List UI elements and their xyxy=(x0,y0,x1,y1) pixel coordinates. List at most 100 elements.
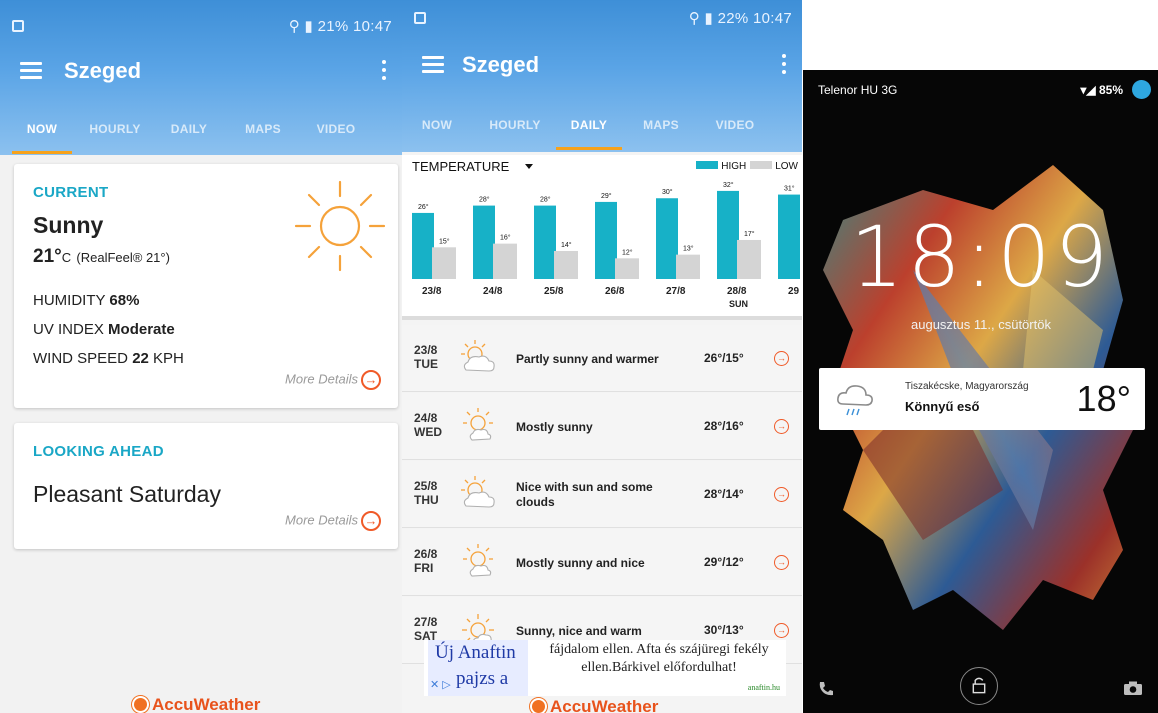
humidity-row: HUMIDITY 68% xyxy=(33,292,139,309)
ad-choices-icon[interactable]: ✕ ▷ xyxy=(430,678,451,691)
tab-hourly[interactable]: HOURLY xyxy=(82,118,148,154)
current-more-details[interactable]: More Details → xyxy=(285,370,381,390)
ad-url[interactable]: anaftin.hu xyxy=(748,683,780,692)
day-of-week: FRI xyxy=(414,561,434,575)
ad-copy: fájdalom ellen. Afta és szájüregi fekély… xyxy=(549,642,769,675)
overflow-menu-icon[interactable] xyxy=(382,60,386,80)
widget-location: Tiszakécske, Magyarország xyxy=(905,381,1029,392)
phone-icon[interactable] xyxy=(817,680,835,698)
city-title[interactable]: Szeged xyxy=(462,52,539,78)
current-label: CURRENT xyxy=(33,184,109,201)
temp-value: 21° xyxy=(33,246,62,267)
brand-logo: AccuWeather xyxy=(532,697,658,713)
bar-high-label: 30° xyxy=(662,188,673,196)
header: ⚲ ▮ 21% 10:47 Szeged NOW HOURLY DAILY MA… xyxy=(0,0,402,155)
battery-percent: 85% xyxy=(1098,83,1123,97)
day-summary: Mostly sunny xyxy=(516,420,593,434)
bar-low-label: 17° xyxy=(744,230,755,238)
ad-brand-line1: Új Anaftin xyxy=(435,642,516,663)
notification-icon xyxy=(414,12,426,24)
category-tick-label: 26/8 xyxy=(605,286,625,297)
bar-high xyxy=(473,205,495,279)
overflow-menu-icon[interactable] xyxy=(782,54,786,74)
bar-low-label: 16° xyxy=(500,234,511,242)
ahead-label: LOOKING AHEAD xyxy=(33,443,164,460)
day-date-value: 26/8 xyxy=(414,547,438,561)
lock-date: augusztus 11., csütörtök xyxy=(911,317,1051,332)
menu-icon[interactable] xyxy=(20,62,42,79)
partly-sunny-icon xyxy=(461,340,495,372)
padlock-icon xyxy=(972,677,986,694)
bar-high-label: 32° xyxy=(723,181,734,189)
partly-sunny-icon xyxy=(461,476,495,508)
tab-video[interactable]: VIDEO xyxy=(306,118,366,154)
tab-bar: NOW HOURLY DAILY MAPS VIDEO xyxy=(0,118,402,154)
tab-now[interactable]: NOW xyxy=(12,118,72,154)
tab-hourly[interactable]: HOURLY xyxy=(482,114,548,150)
category-sublabel: SUN xyxy=(729,299,748,309)
bar-low-label: 12° xyxy=(622,248,633,256)
status-text: ⚲ ▮ 22% 10:47 xyxy=(689,9,792,27)
bar-high-label: 29° xyxy=(601,192,612,200)
menu-icon[interactable] xyxy=(422,56,444,73)
bar-high-label: 28° xyxy=(479,196,490,204)
category-tick-label: 27/8 xyxy=(666,286,686,297)
category-tick-label: 24/8 xyxy=(483,286,503,297)
brand-logo: AccuWeather xyxy=(134,695,260,713)
bar-high xyxy=(412,212,434,279)
phone-daily-screen: ⚲ ▮ 22% 10:47 Szeged NOW HOURLY DAILY MA… xyxy=(402,0,802,713)
wind-unit: KPH xyxy=(153,350,184,367)
day-of-week: WED xyxy=(414,425,442,439)
signal-icon: ▮ xyxy=(704,10,714,27)
tab-maps[interactable]: MAPS xyxy=(236,118,290,154)
widget-temperature: 18° xyxy=(1076,378,1131,419)
day-date-value: 23/8 xyxy=(414,343,438,357)
day-hi-lo: 28°/16° xyxy=(704,419,744,433)
bar-low xyxy=(493,243,517,279)
looking-ahead-card[interactable]: LOOKING AHEAD Pleasant Saturday More Det… xyxy=(14,423,398,549)
city-title[interactable]: Szeged xyxy=(64,58,141,84)
advertisement-banner[interactable]: Új Anaftin ✕ ▷ pajzs a fájdalom ellen. A… xyxy=(424,640,786,696)
forecast-day-row[interactable]: 23/8 TUE Partly sunny and warmer 26°/15° → xyxy=(402,325,802,392)
ad-brand-line2: pajzs a xyxy=(456,668,509,689)
arrow-right-icon[interactable]: → xyxy=(774,623,789,638)
day-date-value: 24/8 xyxy=(414,411,438,425)
day-of-week: TUE xyxy=(414,357,438,371)
arrow-right-icon[interactable]: → xyxy=(774,555,789,570)
metric-dropdown[interactable]: TEMPERATURE xyxy=(412,159,534,174)
arrow-right-icon[interactable]: → xyxy=(774,351,789,366)
weather-widget[interactable]: Tiszakécske, Magyarország Könnyű eső 18° xyxy=(819,368,1145,430)
ahead-summary: Pleasant Saturday xyxy=(33,481,221,507)
battery-time: 22% 10:47 xyxy=(717,10,792,27)
signal-icon: ▮ xyxy=(304,18,314,35)
ahead-more-details[interactable]: More Details → xyxy=(285,511,381,531)
wind-label: WIND SPEED xyxy=(33,350,129,367)
bar-high-label: 28° xyxy=(540,196,551,204)
tab-daily[interactable]: DAILY xyxy=(556,114,622,150)
tab-daily[interactable]: DAILY xyxy=(164,118,214,154)
user-avatar-icon[interactable] xyxy=(1132,80,1151,99)
brand-text: AccuWeather xyxy=(152,695,261,713)
arrow-right-icon[interactable]: → xyxy=(774,487,789,502)
forecast-day-row[interactable]: 24/8 WED Mostly sunny 28°/16° → xyxy=(402,393,802,460)
tab-video[interactable]: VIDEO xyxy=(706,114,764,150)
day-date: 25/8 THU xyxy=(414,479,439,507)
camera-icon[interactable] xyxy=(1123,680,1143,696)
current-conditions-card[interactable]: CURRENT Sunny 21°C (RealFeel® 21°) HUMID… xyxy=(14,164,398,408)
arrow-right-icon[interactable]: → xyxy=(774,419,789,434)
current-condition: Sunny xyxy=(33,212,104,238)
bar-low xyxy=(432,247,456,279)
lock-status-bar: Telenor HU 3G ▾◢ 85% xyxy=(803,78,1158,102)
tab-now[interactable]: NOW xyxy=(412,114,462,150)
day-summary: Partly sunny and warmer xyxy=(516,352,659,366)
forecast-day-row[interactable]: 26/8 FRI Mostly sunny and nice 29°/12° → xyxy=(402,529,802,596)
location-icon: ⚲ xyxy=(288,18,301,35)
tab-maps[interactable]: MAPS xyxy=(634,114,688,150)
unlock-button[interactable] xyxy=(960,667,998,705)
day-hi-lo: 26°/15° xyxy=(704,351,744,365)
ad-brand-block: Új Anaftin ✕ ▷ pajzs a xyxy=(428,640,528,696)
notification-icon xyxy=(12,20,24,32)
uv-row: UV INDEX Moderate xyxy=(33,321,175,338)
forecast-day-row[interactable]: 25/8 THU Nice with sun and some clouds 28°/… xyxy=(402,461,802,528)
app-bar: Szeged xyxy=(0,46,402,98)
